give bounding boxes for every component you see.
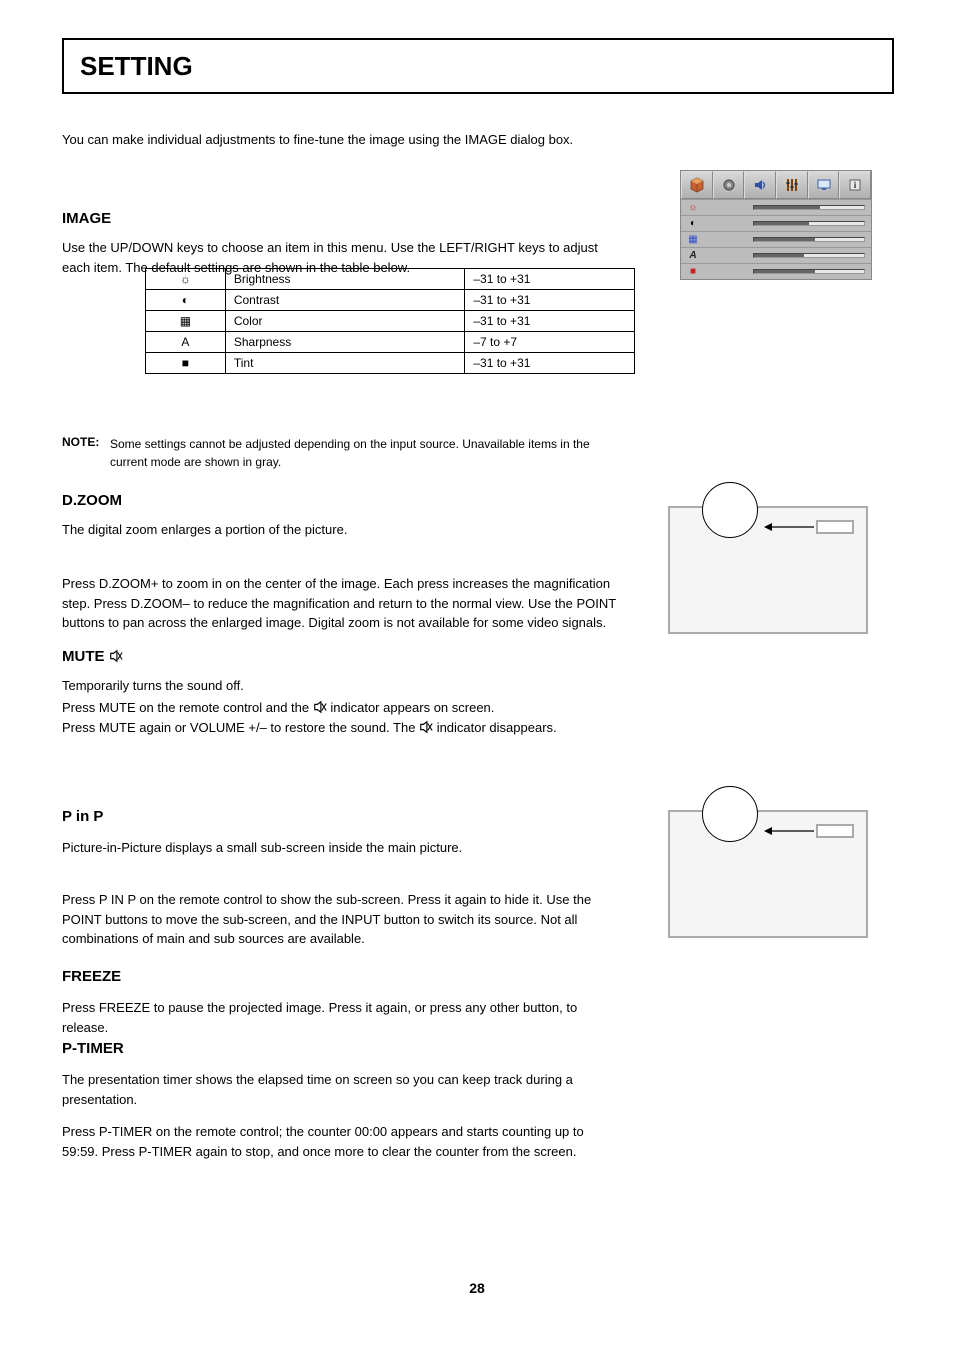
- osd-tab-image: [681, 171, 713, 199]
- slider-track: [753, 221, 865, 226]
- row-icon: A: [146, 332, 226, 353]
- slider-track: [753, 205, 865, 210]
- note-text: Some settings cannot be adjusted dependi…: [110, 435, 610, 471]
- osd-tab-display: [808, 171, 840, 199]
- table-row: ■ Tint –31 to +31: [146, 353, 635, 374]
- note-label: NOTE:: [62, 435, 99, 449]
- slider-track: [753, 269, 865, 274]
- page-title: SETTING: [62, 38, 894, 94]
- mute-line2: indicator appears on screen.: [330, 700, 494, 715]
- osd-menu-graphic: i ☼ ◐ ▦ A ■: [680, 170, 872, 280]
- brightness-icon: ☼: [687, 202, 699, 214]
- heading-text: FREEZE: [62, 968, 121, 985]
- section-zoom-heading: D.ZOOM: [62, 492, 122, 513]
- zoom-diagram: [668, 506, 868, 634]
- osd-row-color: ▦: [681, 231, 871, 247]
- section-mute-heading: MUTE: [62, 648, 123, 666]
- row-range: –31 to +31: [465, 290, 635, 311]
- mute-line4: indicator disappears.: [437, 720, 557, 735]
- info-icon: i: [847, 177, 863, 193]
- row-icon: ▦: [146, 311, 226, 332]
- speaker-icon: [752, 177, 768, 193]
- page-number: 28: [0, 1280, 954, 1296]
- pip-subtitle: Picture-in-Picture displays a small sub-…: [62, 838, 622, 858]
- osd-row-tint: ■: [681, 263, 871, 279]
- osd-tab-info: i: [839, 171, 871, 199]
- osd-tab-setup: [713, 171, 745, 199]
- osd-row-sharpness: A: [681, 247, 871, 263]
- cube-icon: [689, 177, 705, 193]
- row-name: Brightness: [225, 269, 465, 290]
- row-range: –7 to +7: [465, 332, 635, 353]
- table-row: A Sharpness –7 to +7: [146, 332, 635, 353]
- osd-tab-audio: [744, 171, 776, 199]
- osd-rows: ☼ ◐ ▦ A ■: [681, 199, 871, 279]
- lens-small-box: [816, 520, 854, 534]
- section-pip-heading: P in P: [62, 808, 103, 829]
- table-row: ☼ Brightness –31 to +31: [146, 269, 635, 290]
- row-icon: ◐: [146, 290, 226, 311]
- slider-track: [753, 253, 865, 258]
- lens-circle: [702, 482, 758, 538]
- row-name: Sharpness: [225, 332, 465, 353]
- mute-body: Press MUTE on the remote control and the…: [62, 698, 622, 737]
- row-range: –31 to +31: [465, 269, 635, 290]
- heading-text: IMAGE: [62, 210, 111, 227]
- freeze-subtitle: Press FREEZE to pause the projected imag…: [62, 998, 622, 1037]
- mute-icon: [419, 720, 433, 734]
- heading-text: P-TIMER: [62, 1040, 124, 1057]
- ptimer-body: Press P-TIMER on the remote control; the…: [62, 1122, 622, 1161]
- lens-small-box: [816, 824, 854, 838]
- row-icon: ■: [146, 353, 226, 374]
- osd-tab-row: i: [681, 171, 871, 199]
- zoom-body: Press D.ZOOM+ to zoom in on the center o…: [62, 574, 622, 633]
- image-settings-table: ☼ Brightness –31 to +31 ◐ Contrast –31 t…: [145, 268, 635, 374]
- sharpness-icon: A: [687, 250, 699, 262]
- lens-circle: [702, 786, 758, 842]
- ptimer-subtitle: The presentation timer shows the elapsed…: [62, 1070, 622, 1109]
- arrow-icon: [764, 826, 816, 836]
- heading-text: D.ZOOM: [62, 492, 122, 509]
- mute-subtitle: Temporarily turns the sound off.: [62, 676, 622, 696]
- color-icon: ▦: [687, 234, 699, 246]
- display-icon: [816, 177, 832, 193]
- osd-tab-eq: [776, 171, 808, 199]
- intro-paragraph: You can make individual adjustments to f…: [62, 130, 612, 150]
- mute-line1: Press MUTE on the remote control and the: [62, 700, 313, 715]
- table-row: ▦ Color –31 to +31: [146, 311, 635, 332]
- zoom-subtitle: The digital zoom enlarges a portion of t…: [62, 520, 622, 540]
- mute-icon: [109, 649, 123, 663]
- contrast-icon: ◐: [687, 218, 699, 230]
- row-range: –31 to +31: [465, 353, 635, 374]
- row-name: Color: [225, 311, 465, 332]
- slider-track: [753, 237, 865, 242]
- tint-icon: ■: [687, 266, 699, 278]
- gear-icon: [721, 177, 737, 193]
- heading-text: MUTE: [62, 648, 109, 665]
- section-image-heading: IMAGE: [62, 210, 111, 231]
- pip-diagram: [668, 810, 868, 938]
- mute-icon: [313, 700, 327, 714]
- table-row: ◐ Contrast –31 to +31: [146, 290, 635, 311]
- eq-icon: [784, 177, 800, 193]
- osd-row-contrast: ◐: [681, 215, 871, 231]
- osd-row-brightness: ☼: [681, 199, 871, 215]
- mute-line3: Press MUTE again or VOLUME +/– to restor…: [62, 720, 419, 735]
- arrow-icon: [764, 522, 816, 532]
- section-ptimer-heading: P-TIMER: [62, 1040, 124, 1061]
- row-name: Tint: [225, 353, 465, 374]
- row-name: Contrast: [225, 290, 465, 311]
- heading-text: P in P: [62, 808, 103, 825]
- section-freeze-heading: FREEZE: [62, 968, 121, 989]
- pip-body: Press P IN P on the remote control to sh…: [62, 890, 622, 949]
- row-range: –31 to +31: [465, 311, 635, 332]
- row-icon: ☼: [146, 269, 226, 290]
